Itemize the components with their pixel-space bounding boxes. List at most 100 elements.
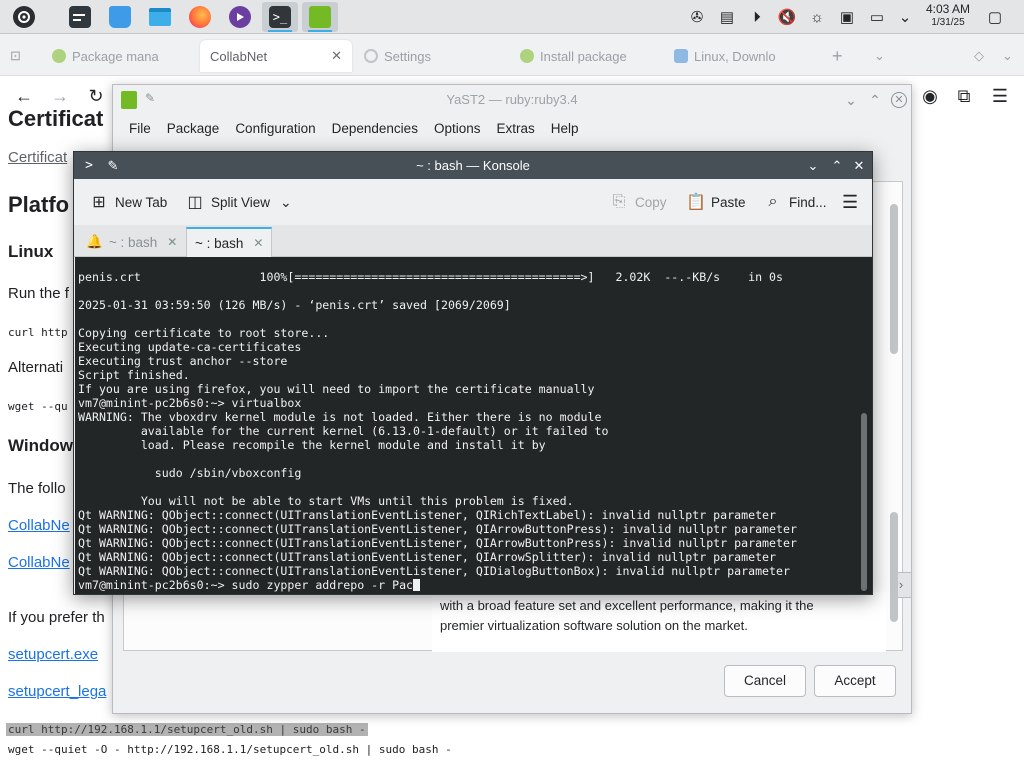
curl-command-partial: curl http (8, 326, 68, 339)
description-line: with a broad feature set and excellent p… (440, 598, 814, 613)
wget-command[interactable]: wget --quiet -O - http://192.168.1.1/set… (8, 743, 452, 756)
terminal-line: Executing trust anchor --store (78, 354, 288, 368)
chevron-down-icon[interactable]: ⌄ (874, 40, 890, 72)
show-desktop-icon[interactable]: ▢ (984, 5, 1006, 29)
tab-label: Install package (540, 48, 627, 64)
konsole-tab-active[interactable]: ~ : bash ✕ (186, 227, 272, 257)
forward-arrow-icon[interactable]: → (48, 84, 72, 108)
terminal-icon: >_ (269, 6, 291, 28)
extensions-diamond-icon[interactable]: ◇ (974, 40, 990, 72)
menu-package[interactable]: Package (159, 117, 228, 141)
terminal-line: You will not be able to start VMs until … (78, 494, 574, 508)
terminal-scrollbar[interactable] (861, 413, 867, 591)
clipboard-icon[interactable]: ▤ (716, 5, 738, 29)
browser-tab-settings[interactable]: Settings (364, 40, 504, 72)
taskbar-konsole-button[interactable]: >_ (262, 2, 298, 32)
media-play-icon[interactable]: ⏵ (746, 5, 768, 29)
certificate-link[interactable]: Certificat (8, 149, 67, 166)
reload-icon[interactable]: ↻ (84, 84, 108, 108)
accept-button[interactable]: Accept (814, 665, 896, 697)
konsole-toolbar: ⊞ New Tab ◫ Split View ⌄ ⎘ Copy 📋 Paste … (74, 179, 872, 225)
package-description: with a broad feature set and excellent p… (432, 592, 886, 652)
browser-view-icon[interactable]: ⊡ (10, 40, 30, 72)
media-player-icon (229, 6, 251, 28)
taskbar-yast-button[interactable] (302, 2, 338, 32)
find-button[interactable]: ⌕ Find... (764, 191, 827, 213)
new-tab-label: New Tab (115, 194, 168, 210)
browser-tab-package-manager[interactable]: Package mana (52, 40, 192, 72)
hamburger-menu-icon[interactable]: ☰ (842, 191, 858, 213)
prompt-text: vm7@minint-pc2b6s0:~> sudo zypper addrep… (78, 578, 414, 592)
minimize-chevron-icon[interactable]: ⌄ (802, 155, 824, 177)
chevron-up-icon[interactable]: ⌃ (865, 89, 885, 111)
terminal-output[interactable]: penis.crt 100%[=========================… (75, 257, 872, 594)
taskbar-dolphin-button[interactable] (142, 2, 178, 32)
following-text: The follo (8, 480, 66, 497)
back-arrow-icon[interactable]: ← (12, 84, 36, 108)
close-icon[interactable]: ✕ (253, 236, 263, 250)
menu-extras[interactable]: Extras (488, 117, 542, 141)
package-list-scrollbar[interactable] (890, 204, 898, 354)
app-launcher-button[interactable] (6, 2, 42, 32)
terminal-line: vm7@minint-pc2b6s0:~> virtualbox (78, 396, 302, 410)
menu-options[interactable]: Options (426, 117, 489, 141)
description-scrollbar[interactable] (890, 512, 898, 622)
menu-file[interactable]: File (121, 117, 159, 141)
konsole-window-title: ~ : bash — Konsole (416, 158, 530, 173)
cancel-button[interactable]: Cancel (724, 665, 806, 697)
new-tab-button[interactable]: + (832, 40, 848, 72)
menu-help[interactable]: Help (543, 117, 587, 141)
windows-heading: Window (8, 436, 73, 455)
collabnet-link[interactable]: CollabNe (8, 554, 70, 571)
account-icon[interactable]: ◉ (918, 84, 942, 108)
menu-dependencies[interactable]: Dependencies (324, 117, 426, 141)
close-icon[interactable]: ✕ (891, 92, 907, 108)
extensions-icon[interactable]: ⧉ (952, 84, 976, 108)
chevron-down-icon[interactable]: ⌄ (1002, 40, 1018, 72)
network-icon[interactable]: ▭ (866, 5, 888, 29)
opensuse-chameleon-icon (520, 49, 534, 63)
terminal-line: Qt WARNING: QObject::connect(UITranslati… (78, 564, 790, 578)
curl-command-selected[interactable]: curl http://192.168.1.1/setupcert_old.sh… (6, 723, 368, 736)
browser-tab-install-package[interactable]: Install package (520, 40, 660, 72)
save-disk-icon[interactable]: ▣ (836, 5, 858, 29)
terminal-prompt-line[interactable]: vm7@minint-pc2b6s0:~> sudo zypper addrep… (78, 578, 858, 592)
new-tab-button[interactable]: ⊞ New Tab (90, 191, 167, 213)
clock[interactable]: 4:03 AM 1/31/25 (918, 3, 978, 29)
chevron-down-icon[interactable]: ⌄ (894, 5, 916, 29)
taskbar-firefox-button[interactable] (182, 2, 218, 32)
split-view-icon: ◫ (187, 194, 203, 211)
setupcert-exe-link[interactable]: setupcert.exe (8, 646, 98, 663)
terminal-icon: > (85, 158, 93, 173)
search-icon: ⌕ (768, 193, 778, 210)
konsole-tab[interactable]: 🔔 ~ : bash ✕ (78, 227, 182, 257)
taskbar-discover-button[interactable] (102, 2, 138, 32)
close-icon[interactable]: ✕ (848, 155, 870, 177)
close-icon[interactable]: ✕ (167, 235, 177, 249)
copy-button[interactable]: ⎘ Copy (610, 191, 667, 213)
brightness-icon[interactable]: ☼ (806, 5, 828, 29)
split-view-button[interactable]: ◫ Split View ⌄ (186, 191, 291, 213)
browser-tab-collabnet[interactable]: CollabNet ✕ (200, 40, 352, 72)
chevron-down-icon[interactable]: ⌄ (841, 89, 861, 111)
maximize-chevron-icon[interactable]: ⌃ (826, 155, 848, 177)
close-icon[interactable]: ✕ (331, 48, 342, 64)
pin-icon[interactable]: ✎ (102, 155, 124, 177)
menu-hamburger-icon[interactable]: ☰ (988, 84, 1012, 108)
paste-button[interactable]: 📋 Paste (686, 191, 746, 213)
menu-configuration[interactable]: Configuration (227, 117, 323, 141)
volume-muted-icon[interactable]: 🔇 (776, 5, 798, 29)
terminal-line: available for the current kernel (6.13.0… (78, 424, 609, 438)
tab-label: Package mana (72, 48, 159, 64)
setupcert-legacy-link[interactable]: setupcert_lega (8, 683, 106, 700)
terminal-line: load. Please recompile the kernel module… (78, 438, 546, 452)
taskbar-media-button[interactable] (222, 2, 258, 32)
konsole-title-bar: ~ : bash — Konsole (74, 152, 872, 179)
kde-connect-icon[interactable]: ✇ (686, 5, 708, 29)
browser-tab-linux-downloads[interactable]: Linux, Downlo (674, 40, 814, 72)
taskbar-settings-button[interactable] (62, 2, 98, 32)
collabnet-link[interactable]: CollabNe (8, 517, 70, 534)
alternative-text: Alternati (8, 359, 64, 376)
